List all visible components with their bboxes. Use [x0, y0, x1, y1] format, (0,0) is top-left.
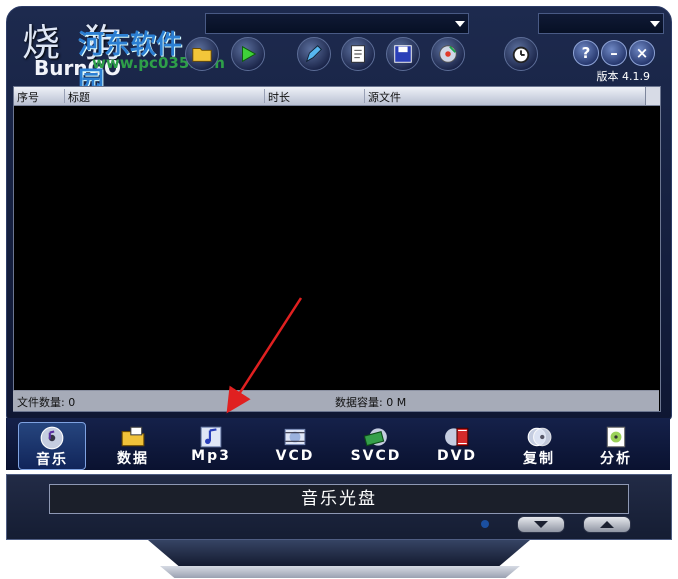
mode-data-label: 数据	[117, 451, 149, 467]
column-source[interactable]: 源文件	[364, 89, 401, 104]
dvd-film-icon	[445, 427, 469, 447]
window-base-lip	[160, 566, 520, 578]
list-header: 序号 标题 时长 源文件	[14, 87, 660, 106]
vcd-icon	[284, 428, 306, 446]
timer-button[interactable]	[504, 37, 538, 71]
file-count-label: 文件数量: 0	[17, 396, 76, 409]
scroll-down-button[interactable]	[517, 516, 565, 533]
arrow-down-icon	[534, 521, 548, 528]
track-list[interactable]: 序号 标题 时长 源文件	[13, 86, 661, 412]
analyze-disc-icon	[606, 426, 626, 448]
play-button[interactable]	[231, 37, 265, 71]
open-folder-button[interactable]	[185, 37, 219, 71]
speed-select[interactable]	[538, 13, 664, 34]
play-icon	[242, 45, 257, 63]
save-button[interactable]	[386, 37, 420, 71]
window-base	[148, 540, 530, 566]
column-duration[interactable]: 时长	[264, 89, 290, 104]
mode-analyze-label: 分析	[600, 451, 632, 467]
mp3-note-icon	[200, 426, 222, 448]
data-folder-icon	[121, 426, 145, 447]
timer-icon	[512, 46, 530, 64]
mode-svcd[interactable]: SVCD	[343, 422, 409, 468]
mode-bar: 音乐 数据 Mp3 VCD SVCD DVD 复制 分析	[6, 418, 670, 470]
mode-copy-label: 复制	[523, 451, 555, 467]
close-button[interactable]: ×	[629, 40, 655, 66]
mode-mp3[interactable]: Mp3	[178, 422, 244, 468]
copy-disc-icon	[527, 427, 552, 447]
status-led	[481, 520, 489, 528]
mode-music-label: 音乐	[36, 452, 68, 468]
mode-vcd[interactable]: VCD	[262, 422, 328, 468]
mode-copy[interactable]: 复制	[506, 422, 572, 468]
mode-dvd-label: DVD	[436, 448, 478, 464]
burn-disc-icon	[439, 45, 457, 63]
list-scroll-corner	[645, 87, 660, 105]
drive-select[interactable]	[205, 13, 469, 34]
mode-dvd[interactable]: DVD	[424, 422, 490, 468]
document-icon	[351, 45, 365, 63]
bottom-panel: 音乐光盘	[6, 474, 672, 540]
minimize-button[interactable]: –	[601, 40, 627, 66]
scroll-up-button[interactable]	[583, 516, 631, 533]
chevron-down-icon	[650, 21, 660, 27]
music-cd-icon	[40, 426, 64, 450]
status-bar: 文件数量: 0 数据容量: 0 M	[13, 390, 659, 411]
disc-type-label: 音乐光盘	[49, 484, 629, 514]
mode-vcd-label: VCD	[275, 448, 315, 464]
edit-button[interactable]	[297, 37, 331, 71]
column-title[interactable]: 标题	[64, 89, 90, 104]
column-index[interactable]: 序号	[14, 89, 39, 104]
save-icon	[394, 45, 412, 63]
mode-data[interactable]: 数据	[100, 422, 166, 468]
burn-button[interactable]	[431, 37, 465, 71]
mode-svcd-label: SVCD	[350, 448, 402, 464]
capacity-label: 数据容量: 0 M	[335, 396, 407, 409]
svcd-film-icon	[363, 428, 387, 447]
mode-music[interactable]: 音乐	[18, 422, 86, 470]
help-button[interactable]: ?	[573, 40, 599, 66]
pencil-icon	[305, 45, 322, 63]
chevron-down-icon	[455, 21, 465, 27]
version-label: 版本 4.1.9	[596, 70, 651, 83]
arrow-up-icon	[600, 521, 614, 528]
mode-analyze[interactable]: 分析	[583, 422, 649, 468]
document-button[interactable]	[341, 37, 375, 71]
app-logo: 烧 狗 BurnGO 河东软件园 www.pc0359.cn	[12, 10, 225, 97]
mode-mp3-label: Mp3	[191, 448, 231, 464]
burngo-window: 烧 狗 BurnGO 河东软件园 www.pc0359.cn ? – × 版本 …	[0, 0, 678, 579]
folder-open-icon	[192, 48, 212, 62]
